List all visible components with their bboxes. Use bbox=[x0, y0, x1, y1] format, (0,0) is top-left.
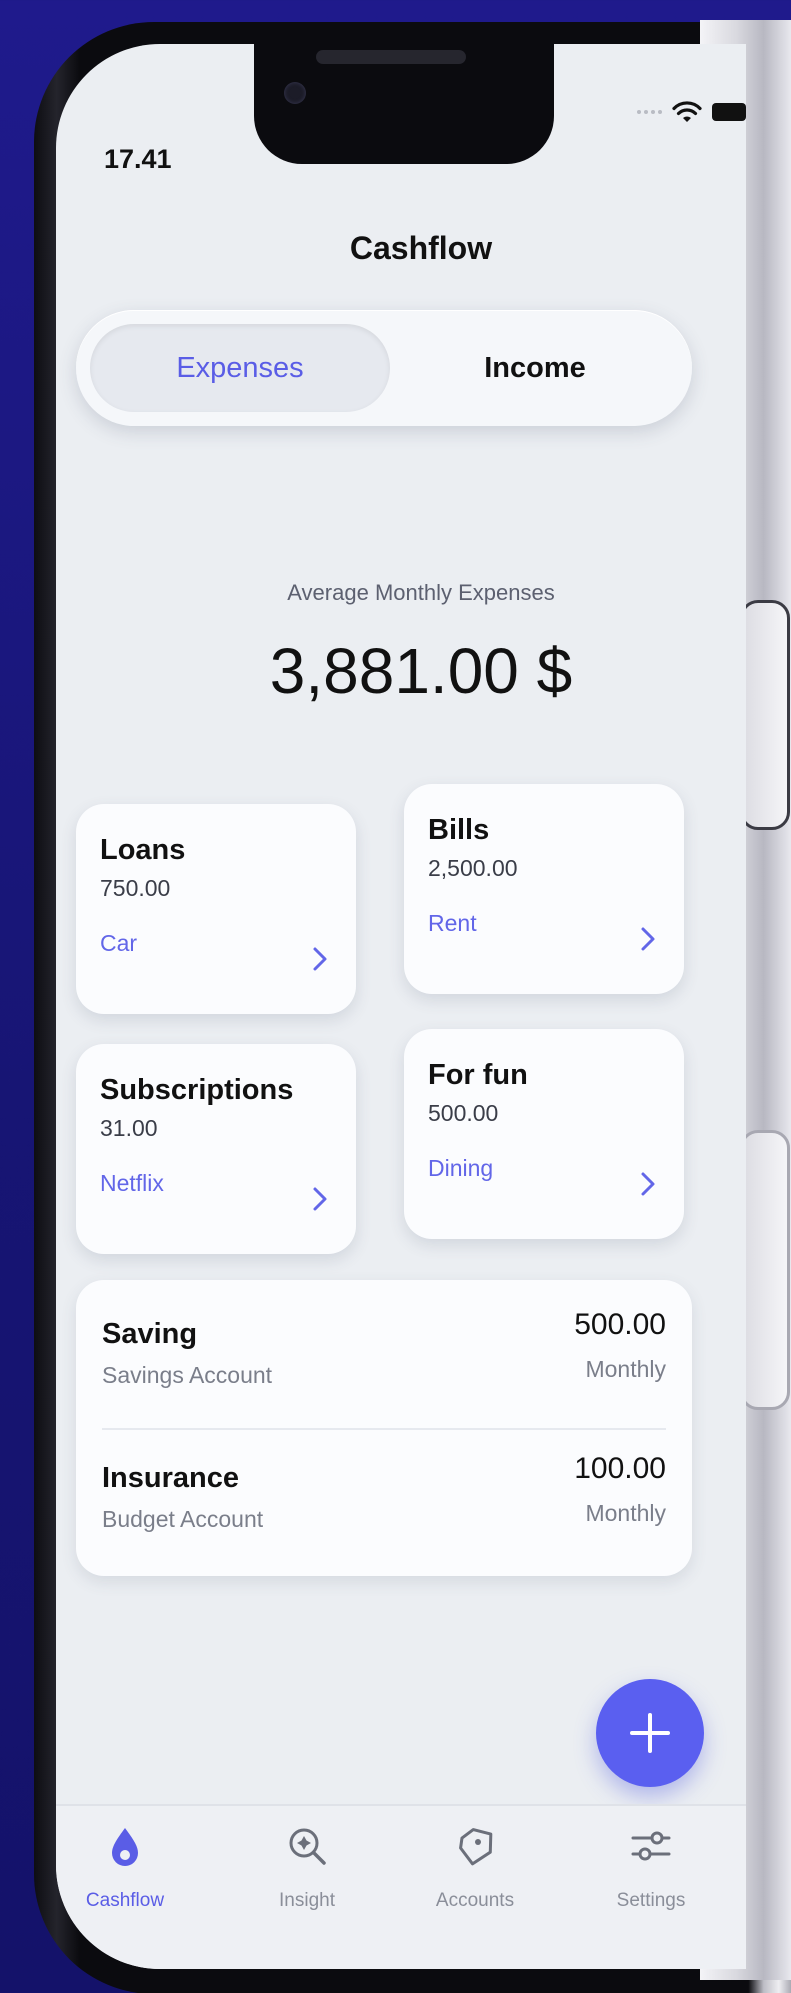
tab-label: Cashflow bbox=[85, 1890, 165, 1911]
card-for-fun[interactable]: For fun 500.00 Dining bbox=[404, 1029, 684, 1239]
card-subscriptions[interactable]: Subscriptions 31.00 Netflix bbox=[76, 1044, 356, 1254]
card-subcategory: Car bbox=[100, 930, 138, 956]
status-icons bbox=[637, 100, 746, 124]
card-subcategory: Netflix bbox=[100, 1170, 164, 1196]
tab-cashflow[interactable]: Cashflow bbox=[56, 1824, 200, 1912]
side-button-upper bbox=[740, 600, 790, 830]
settings-icon bbox=[631, 1831, 671, 1861]
list-item-name: Saving bbox=[102, 1318, 198, 1350]
card-title: Loans bbox=[100, 834, 186, 866]
card-amount: 31.00 bbox=[100, 1115, 158, 1141]
card-subcategory: Dining bbox=[428, 1155, 494, 1181]
tab-label: Accounts bbox=[435, 1890, 515, 1911]
tab-income[interactable]: Income bbox=[390, 324, 680, 412]
speaker-grille bbox=[316, 50, 466, 64]
list-item-frequency: Monthly bbox=[585, 1500, 666, 1526]
card-title: For fun bbox=[428, 1059, 528, 1091]
list-item-saving[interactable]: Saving Savings Account 500.00 Monthly bbox=[102, 1302, 666, 1422]
tab-label: Settings bbox=[616, 1890, 686, 1911]
card-amount: 500.00 bbox=[428, 1100, 499, 1126]
card-subcategory: Rent bbox=[428, 910, 477, 936]
card-bills[interactable]: Bills 2,500.00 Rent bbox=[404, 784, 684, 994]
add-button[interactable] bbox=[596, 1679, 704, 1787]
side-button-lower bbox=[740, 1130, 790, 1410]
app-screen: 17.41 Cashflow Expenses Income Average M… bbox=[56, 44, 746, 1969]
divider bbox=[102, 1428, 666, 1430]
page-title: Cashflow bbox=[349, 230, 493, 266]
tab-expenses[interactable]: Expenses bbox=[90, 324, 390, 412]
camera-icon bbox=[284, 82, 306, 104]
card-title: Subscriptions bbox=[100, 1074, 294, 1106]
expense-income-toggle: Expenses Income bbox=[76, 310, 692, 426]
chevron-right-icon bbox=[313, 947, 327, 971]
tab-insight[interactable]: Insight bbox=[232, 1824, 382, 1912]
summary-label: Average Monthly Expenses bbox=[287, 580, 555, 605]
list-item-amount: 500.00 bbox=[574, 1308, 666, 1341]
signal-icon bbox=[637, 110, 662, 114]
chevron-right-icon bbox=[641, 1172, 655, 1196]
tab-accounts[interactable]: Accounts bbox=[400, 1824, 550, 1912]
list-item-name: Insurance bbox=[102, 1462, 239, 1494]
card-loans[interactable]: Loans 750.00 Car bbox=[76, 804, 356, 1014]
battery-icon bbox=[712, 103, 746, 121]
chevron-right-icon bbox=[641, 927, 655, 951]
drop-icon bbox=[112, 1828, 138, 1866]
insight-icon bbox=[289, 1828, 326, 1865]
status-time: 17.41 bbox=[104, 144, 172, 174]
card-title: Bills bbox=[428, 814, 490, 846]
list-item-amount: 100.00 bbox=[574, 1452, 666, 1485]
list-item-account: Budget Account bbox=[102, 1506, 264, 1532]
summary-value: 3,881.00 $ bbox=[269, 635, 573, 707]
recurring-list: Saving Savings Account 500.00 Monthly In… bbox=[76, 1280, 692, 1576]
list-item-frequency: Monthly bbox=[585, 1356, 666, 1382]
tab-label: Insight bbox=[279, 1890, 335, 1911]
chevron-right-icon bbox=[313, 1187, 327, 1211]
wifi-icon bbox=[672, 101, 702, 122]
list-item-insurance[interactable]: Insurance Budget Account 100.00 Monthly bbox=[102, 1446, 666, 1566]
tab-settings[interactable]: Settings bbox=[576, 1824, 726, 1912]
notch bbox=[254, 44, 554, 164]
card-amount: 750.00 bbox=[100, 875, 171, 901]
list-item-account: Savings Account bbox=[102, 1362, 273, 1388]
bottom-tab-bar: Cashflow Insight Accounts Settings bbox=[56, 1804, 746, 1969]
card-amount: 2,500.00 bbox=[428, 855, 518, 881]
accounts-icon bbox=[459, 1828, 493, 1866]
